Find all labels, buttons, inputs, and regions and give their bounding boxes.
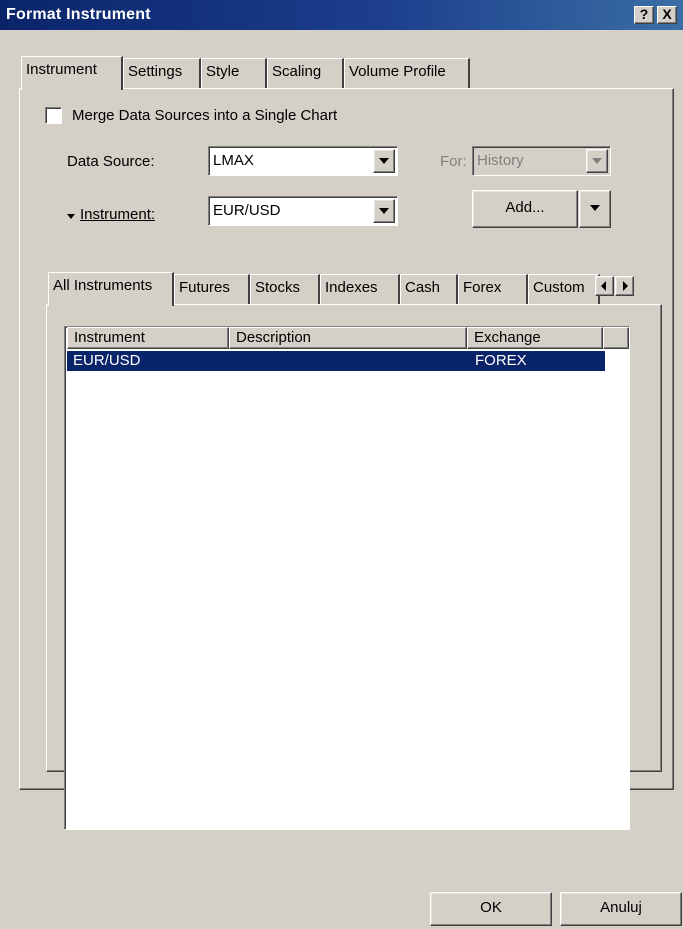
for-label: For:	[440, 153, 467, 170]
instrument-select[interactable]: EUR/USD	[208, 196, 398, 226]
instrument-label[interactable]: Instrument:	[80, 206, 155, 223]
tab-volume-profile[interactable]: Volume Profile	[344, 58, 470, 88]
tab-forex[interactable]: Forex	[458, 274, 528, 304]
tab-label: Scaling	[272, 63, 322, 80]
tab-instrument[interactable]: Instrument	[21, 56, 123, 90]
close-button[interactable]: X	[657, 6, 677, 24]
arrow-left-icon	[601, 281, 606, 291]
tab-label: Cash	[405, 279, 441, 296]
tab-futures[interactable]: Futures	[174, 274, 250, 304]
table-row[interactable]: EUR/USD FOREX	[67, 351, 605, 371]
tab-label: Settings	[128, 63, 183, 80]
cancel-label: Anuluj	[600, 899, 642, 916]
tab-all-instruments[interactable]: All Instruments	[48, 272, 174, 306]
chevron-down-icon[interactable]	[373, 199, 395, 223]
tab-label: Instrument	[26, 61, 97, 78]
tab-label: Style	[206, 63, 240, 80]
merge-label: Merge Data Sources into a Single Chart	[72, 107, 338, 124]
ok-label: OK	[480, 899, 502, 916]
tab-indexes[interactable]: Indexes	[320, 274, 400, 304]
for-select: History	[472, 146, 611, 176]
tab-label: Futures	[179, 279, 230, 296]
tab-cash[interactable]: Cash	[400, 274, 458, 304]
tab-scroll-right-button[interactable]	[615, 276, 634, 296]
arrow-right-icon	[623, 281, 628, 291]
chevron-down-icon	[590, 205, 600, 211]
dropdown-arrow-icon[interactable]	[67, 214, 75, 219]
tab-scroll-left-button[interactable]	[595, 276, 614, 296]
column-header-exchange[interactable]: Exchange	[467, 327, 603, 349]
ok-button[interactable]: OK	[430, 892, 552, 926]
tab-label: Indexes	[325, 279, 378, 296]
tab-label: Stocks	[255, 279, 301, 296]
cancel-button[interactable]: Anuluj	[560, 892, 682, 926]
row-instrument: EUR/USD	[73, 352, 141, 369]
add-dropdown-button[interactable]	[579, 190, 611, 228]
for-value: History	[477, 152, 524, 169]
data-source-select[interactable]: LMAX	[208, 146, 398, 176]
help-button[interactable]: ?	[634, 6, 654, 24]
tab-style[interactable]: Style	[201, 58, 267, 88]
tab-stocks[interactable]: Stocks	[250, 274, 320, 304]
tab-label: Forex	[463, 279, 502, 296]
tab-label: Volume Profile	[349, 63, 446, 80]
window-title: Format Instrument	[6, 6, 151, 23]
tab-scaling[interactable]: Scaling	[267, 58, 344, 88]
tab-label: Custom	[533, 279, 585, 296]
column-header-filler	[603, 327, 629, 349]
data-source-label: Data Source:	[67, 153, 155, 170]
add-button[interactable]: Add...	[472, 190, 578, 228]
tab-label: All Instruments	[53, 277, 153, 294]
merge-checkbox[interactable]	[45, 107, 62, 124]
instrument-value: EUR/USD	[213, 202, 281, 219]
chevron-down-icon[interactable]	[373, 149, 395, 173]
add-button-label: Add...	[505, 199, 545, 216]
row-exchange: FOREX	[475, 352, 527, 369]
title-bar: Format Instrument ? X	[0, 0, 683, 30]
column-header-instrument[interactable]: Instrument	[67, 327, 229, 349]
column-header-description[interactable]: Description	[229, 327, 467, 349]
tab-settings[interactable]: Settings	[123, 58, 201, 88]
data-source-value: LMAX	[213, 152, 254, 169]
chevron-down-icon	[586, 149, 608, 173]
instrument-list[interactable]: Instrument Description Exchange EUR/USD …	[64, 326, 630, 830]
tab-custom[interactable]: Custom	[528, 274, 600, 304]
